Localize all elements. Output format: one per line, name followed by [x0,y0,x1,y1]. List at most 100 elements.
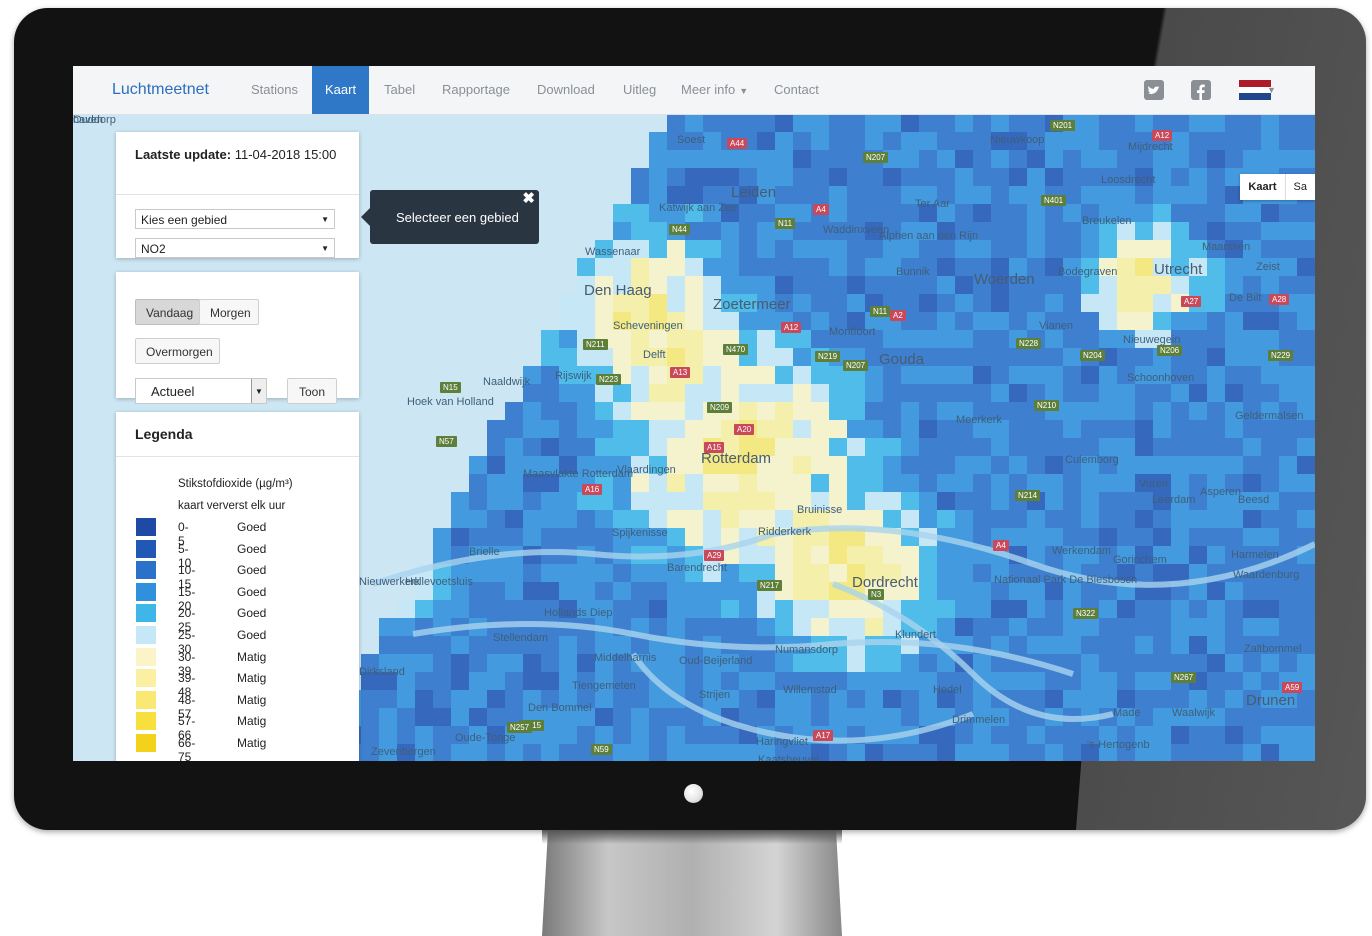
no2-tile [811,186,829,204]
no2-tile [757,348,775,366]
nav-meer-info[interactable]: Meer info ▼ [668,66,761,114]
no2-tile [883,510,901,528]
no2-tile [469,672,487,690]
no2-tile [1153,294,1171,312]
no2-tile [379,726,397,744]
no2-tile [919,132,937,150]
map-type-satelliet[interactable]: Sa [1286,174,1315,200]
no2-tile [739,564,757,582]
component-select[interactable]: NO2 ▼ [135,238,335,258]
no2-tile [1009,384,1027,402]
no2-tile [919,312,937,330]
no2-tile [901,438,919,456]
no2-tile [1135,672,1153,690]
no2-tile [1189,330,1207,348]
monitor-stand [542,830,842,936]
no2-tile [1099,600,1117,618]
no2-tile [1171,114,1189,132]
legend-quality: Matig [237,736,267,750]
no2-tile [757,474,775,492]
no2-tile [793,114,811,132]
road-shield: N267 [1171,672,1197,683]
nav-download[interactable]: Download [524,66,608,114]
map-place-label: Barendrecht [667,562,727,574]
map-type-kaart[interactable]: Kaart [1240,174,1286,200]
no2-tile [1153,456,1171,474]
no2-tile [829,276,847,294]
nav-kaart[interactable]: Kaart [312,66,370,114]
no2-tile [379,636,397,654]
day-after-tomorrow-button[interactable]: Overmorgen [135,338,220,364]
no2-tile [595,528,613,546]
no2-tile [901,402,919,420]
no2-tile [847,492,865,510]
map-place-label: Naaldwijk [483,376,531,388]
no2-tile [1261,744,1279,761]
no2-tile [1081,384,1099,402]
close-icon[interactable]: ✖ [522,189,535,207]
no2-tile [1153,564,1171,582]
no2-tile [1027,438,1045,456]
no2-tile [631,402,649,420]
no2-tile [541,510,559,528]
nav-tabel[interactable]: Tabel [371,66,428,114]
no2-tile [613,258,631,276]
nav-contact[interactable]: Contact [761,66,832,114]
no2-tile [703,420,721,438]
tomorrow-button[interactable]: Morgen [199,299,259,325]
no2-tile [847,600,865,618]
no2-tile [685,726,703,744]
no2-tile [1279,240,1297,258]
no2-tile [955,510,973,528]
no2-tile [955,348,973,366]
no2-tile [1045,672,1063,690]
no2-tile [865,240,883,258]
no2-tile [829,168,847,186]
no2-tile [919,492,937,510]
no2-tile [1261,114,1279,132]
no2-tile [1117,636,1135,654]
no2-tile [775,474,793,492]
select-area-tooltip: Selecteer een gebied ✖ [361,189,539,244]
no2-tile [685,384,703,402]
no2-tile [811,330,829,348]
no2-tile [757,420,775,438]
no2-tile [1009,744,1027,761]
twitter-icon[interactable] [1144,80,1164,100]
no2-tile [865,492,883,510]
no2-tile [649,420,667,438]
no2-tile [775,546,793,564]
no2-tile [1153,618,1171,636]
no2-tile [1279,204,1297,222]
nav-stations[interactable]: Stations [238,66,311,114]
no2-tile [1279,132,1297,150]
no2-tile [559,312,577,330]
no2-tile [1297,330,1315,348]
no2-tile [865,168,883,186]
today-button[interactable]: Vandaag [135,299,200,325]
no2-tile [1135,564,1153,582]
facebook-icon[interactable] [1191,80,1211,100]
brand-logo[interactable]: Luchtmeetnet [112,81,209,99]
no2-tile [559,384,577,402]
no2-tile [1297,420,1315,438]
no2-tile [1297,222,1315,240]
road-shield: N257 [507,722,533,733]
map-place-label: Klundert [895,629,936,641]
top-navbar: Luchtmeetnet Stations Kaart Tabel Rappor… [73,66,1315,115]
no2-tile [667,240,685,258]
show-button[interactable]: Toon [287,378,337,404]
language-caret-icon[interactable]: ▼ [1267,66,1276,114]
no2-tile [577,582,595,600]
nav-rapportage[interactable]: Rapportage [429,66,523,114]
no2-tile [1153,222,1171,240]
no2-tile [1009,672,1027,690]
no2-tile [1117,600,1135,618]
no2-tile [1081,150,1099,168]
mode-select[interactable]: Actueel ▼ [135,378,267,404]
area-select[interactable]: Kies een gebied ▼ [135,209,335,229]
map-place-label: Nationaal Park De Biesbosch [994,574,1138,586]
nav-uitleg[interactable]: Uitleg [610,66,669,114]
no2-tile [1099,510,1117,528]
no2-tile [973,618,991,636]
